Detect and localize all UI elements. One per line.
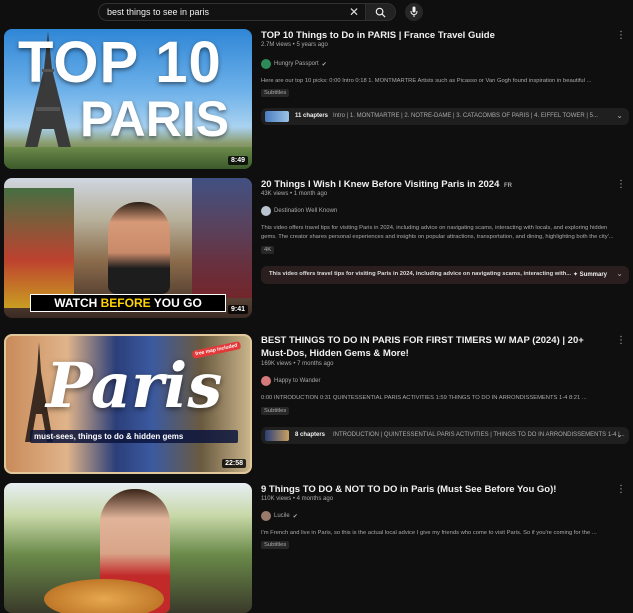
video-meta: 169K views • 7 months ago [261, 361, 334, 367]
video-thumbnail[interactable]: TOP 10 PARIS 8:49 [4, 29, 252, 169]
subtitles-badge: Subtitles [261, 407, 290, 415]
video-duration: 8:49 [227, 156, 248, 165]
top-bar: best things to see in paris ✕ [0, 0, 633, 24]
video-thumbnail[interactable]: WATCH BEFORE YOU GO 9:41 [4, 178, 252, 318]
more-options-icon[interactable]: ⋮ [616, 180, 626, 190]
search-result[interactable]: TOP 10 PARIS 8:49 TOP 10 Things to Do in… [0, 29, 633, 174]
search-result[interactable]: WATCH BEFORE YOU GO 9:41 20 Things I Wis… [0, 178, 633, 323]
chapters-count: 8 chapters [295, 432, 326, 438]
chapters-count: 11 chapters [295, 113, 329, 119]
video-duration: 22:58 [222, 459, 246, 468]
presenter-figure [108, 202, 170, 294]
chapter-thumbnail [265, 430, 289, 441]
thumbnail-banner: WATCH BEFORE YOU GO [30, 294, 226, 312]
video-title[interactable]: BEST THINGS TO DO IN PARIS FOR FIRST TIM… [261, 334, 611, 360]
video-title[interactable]: TOP 10 Things to Do in PARIS | France Tr… [261, 29, 611, 42]
channel-avatar[interactable] [261, 206, 271, 216]
video-meta: 43K views • 1 month ago [261, 191, 328, 197]
search-button[interactable] [366, 3, 396, 21]
channel-link[interactable]: Happy to Wander [261, 375, 320, 387]
verified-icon: ✔ [321, 61, 327, 68]
channel-link[interactable]: Hungry Passport ✔ [261, 58, 327, 70]
verified-icon: ✔ [292, 513, 298, 520]
video-meta: 110K views • 4 months ago [261, 496, 334, 502]
language-badge: FR [504, 183, 513, 189]
chapters-list: Intro | 1. MONTMARTRE | 2. NOTRE-DAME | … [333, 113, 598, 119]
search-result[interactable]: 9 Things TO DO & NOT TO DO in Paris (Mus… [0, 483, 633, 613]
subtitles-badge: Subtitles [261, 89, 290, 97]
ai-summary-bar[interactable]: This video offers travel tips for visiti… [261, 266, 629, 284]
chapters-list: INTRODUCTION | QUINTESSENTIAL PARIS ACTI… [333, 432, 625, 438]
search-input[interactable]: best things to see in paris ✕ [98, 3, 366, 21]
search-result[interactable]: Paris must-sees, things to do & hidden g… [0, 334, 633, 479]
croissant-graphic [44, 579, 164, 613]
thumbnail-subtitle: must-sees, things to do & hidden gems [30, 430, 238, 443]
video-thumbnail[interactable]: Paris must-sees, things to do & hidden g… [4, 334, 252, 474]
thumbnail-title-bottom: PARIS [80, 91, 230, 147]
channel-name[interactable]: Hungry Passport [274, 61, 319, 67]
chapter-thumbnail [265, 111, 289, 122]
banner-text-a: WATCH [54, 296, 101, 310]
search-icon [375, 7, 386, 18]
chevron-down-icon[interactable]: ⌄ [616, 269, 623, 278]
more-options-icon[interactable]: ⋮ [616, 485, 626, 495]
more-options-icon[interactable]: ⋮ [616, 31, 626, 41]
chevron-down-icon[interactable]: ⌄ [616, 111, 623, 120]
banner-text-c: YOU GO [150, 296, 202, 310]
channel-link[interactable]: Lucile ✔ [261, 510, 298, 522]
chapters-bar[interactable]: 11 chapters Intro | 1. MONTMARTRE | 2. N… [261, 108, 629, 125]
microphone-icon [410, 6, 418, 17]
channel-avatar[interactable] [261, 59, 271, 69]
video-title[interactable]: 9 Things TO DO & NOT TO DO in Paris (Mus… [261, 483, 611, 496]
banner-text-b: BEFORE [100, 296, 151, 310]
video-description: This video offers travel tips for visiti… [261, 225, 614, 240]
channel-name[interactable]: Destination Well Known [274, 208, 337, 214]
summary-text: This video offers travel tips for visiti… [269, 271, 572, 277]
video-description: I'm French and live in Paris, so this is… [261, 530, 597, 536]
channel-name[interactable]: Lucile [274, 513, 290, 519]
channel-link[interactable]: Destination Well Known [261, 205, 337, 217]
summary-button[interactable]: ✦ Summary [573, 271, 607, 278]
quality-badge: 4K [261, 246, 275, 254]
chevron-down-icon[interactable]: ⌄ [616, 430, 623, 439]
more-options-icon[interactable]: ⋮ [616, 336, 626, 346]
chapters-bar[interactable]: 8 chapters INTRODUCTION | QUINTESSENTIAL… [261, 427, 629, 444]
thumbnail-script-title: Paris [46, 349, 223, 422]
video-duration: 9:41 [227, 305, 248, 314]
clear-icon[interactable]: ✕ [349, 5, 359, 19]
subtitles-badge: Subtitles [261, 541, 290, 549]
video-thumbnail[interactable] [4, 483, 252, 613]
channel-avatar[interactable] [261, 511, 271, 521]
video-description: 0:00 INTRODUCTION 0:31 QUINTESSENTIAL PA… [261, 395, 587, 401]
channel-avatar[interactable] [261, 376, 271, 386]
video-title-text[interactable]: 20 Things I Wish I Knew Before Visiting … [261, 179, 499, 190]
voice-search-button[interactable] [405, 3, 423, 21]
search-query[interactable]: best things to see in paris [107, 7, 209, 17]
video-description: Here are our top 10 picks: 0:00 Intro 0:… [261, 78, 592, 84]
video-meta: 2.7M views • 5 years ago [261, 42, 328, 48]
channel-name[interactable]: Happy to Wander [274, 378, 320, 384]
thumbnail-title-top: TOP 10 [18, 30, 222, 95]
